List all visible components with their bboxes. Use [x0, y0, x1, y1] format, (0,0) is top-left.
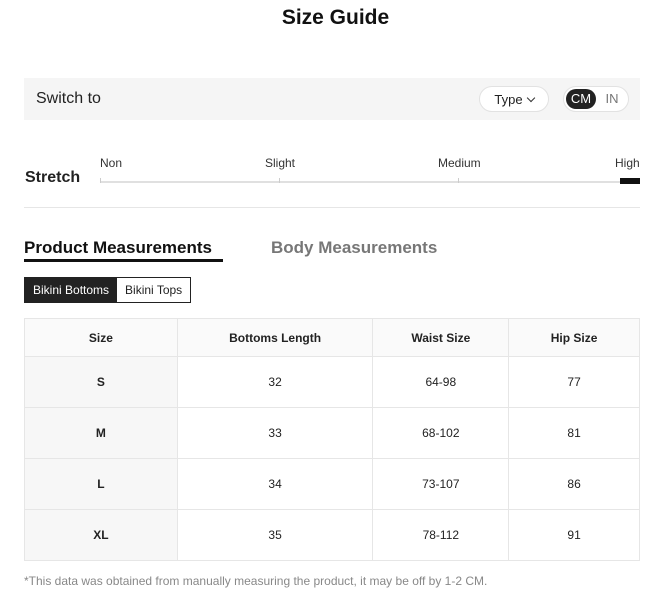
size-cell: S [24, 356, 178, 408]
table-row: L 34 73-107 86 [24, 458, 640, 510]
type-dropdown-button[interactable]: Type [479, 86, 549, 112]
waist-size-cell: 64-98 [372, 356, 510, 408]
switch-to-label: Switch to [36, 90, 101, 107]
stretch-selected-marker [620, 178, 640, 184]
stretch-level-high: High [615, 156, 640, 170]
tab-product-measurements[interactable]: Product Measurements [24, 238, 212, 258]
hip-size-cell: 81 [508, 407, 640, 459]
hip-size-cell: 86 [508, 458, 640, 510]
column-header-waist-size: Waist Size [372, 318, 510, 357]
table-row: M 33 68-102 81 [24, 407, 640, 459]
waist-size-cell: 78-112 [372, 509, 510, 561]
hip-size-cell: 77 [508, 356, 640, 408]
stretch-level-slight: Slight [265, 156, 296, 170]
type-button-label: Type [494, 91, 523, 107]
bottoms-length-cell: 34 [176, 458, 374, 510]
bottoms-length-cell: 32 [176, 356, 374, 408]
sub-tab-bikini-bottoms[interactable]: Bikini Bottoms [25, 278, 118, 302]
hip-size-cell: 91 [508, 509, 640, 561]
section-divider [24, 207, 640, 208]
table-header-row: Size Bottoms Length Waist Size Hip Size [24, 318, 640, 357]
sub-tab-bikini-tops[interactable]: Bikini Tops [117, 278, 191, 302]
active-tab-underline [24, 259, 223, 262]
bottoms-length-cell: 33 [176, 407, 374, 459]
unit-cm-button[interactable]: CM [566, 89, 596, 109]
size-table: Size Bottoms Length Waist Size Hip Size … [24, 318, 640, 561]
waist-size-cell: 68-102 [372, 407, 510, 459]
size-cell: XL [24, 509, 178, 561]
waist-size-cell: 73-107 [372, 458, 510, 510]
chevron-down-icon [526, 93, 535, 102]
stretch-tick [279, 178, 280, 183]
table-row: XL 35 78-112 91 [24, 509, 640, 561]
product-sub-tabs: Bikini Bottoms Bikini Tops [24, 277, 192, 303]
unit-in-button[interactable]: IN [597, 89, 627, 109]
stretch-level-non: Non [100, 156, 123, 170]
stretch-track [100, 181, 640, 183]
bottoms-length-cell: 35 [176, 509, 374, 561]
size-cell: L [24, 458, 178, 510]
page-title: Size Guide [281, 6, 390, 29]
stretch-tick [100, 178, 101, 183]
tab-body-measurements[interactable]: Body Measurements [271, 238, 437, 258]
measurement-footnote: *This data was obtained from manually me… [24, 574, 488, 588]
column-header-size: Size [24, 318, 178, 357]
column-header-hip-size: Hip Size [508, 318, 640, 357]
unit-toggle: CM IN [563, 86, 629, 112]
table-row: S 32 64-98 77 [24, 356, 640, 408]
stretch-tick [458, 178, 459, 183]
size-cell: M [24, 407, 178, 459]
stretch-level-medium: Medium [438, 156, 481, 170]
column-header-bottoms-length: Bottoms Length [176, 318, 374, 357]
stretch-label: Stretch [25, 169, 81, 186]
unit-switch-bar: Switch to Type CM IN [24, 78, 640, 120]
